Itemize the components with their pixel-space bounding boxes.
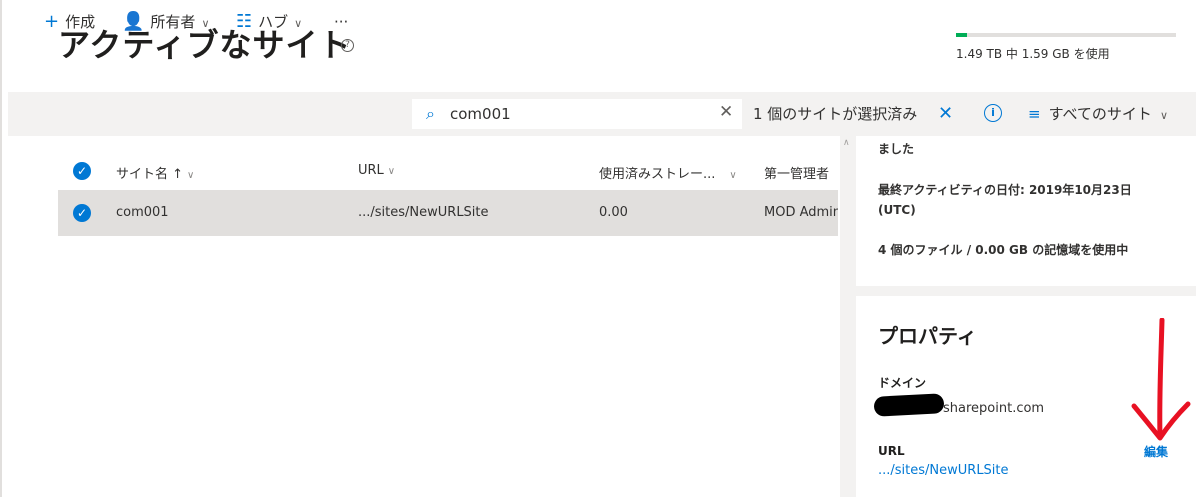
select-all-checkbox[interactable]: ✓ xyxy=(73,162,91,180)
search-icon: ⌕ xyxy=(426,104,435,123)
create-label: 作成 xyxy=(65,13,96,31)
chevron-down-icon: ∨ xyxy=(387,166,396,177)
url-label: URL xyxy=(878,444,905,458)
files-usage-text: 4 個のファイル / 0.00 GB の記憶域を使用中 xyxy=(878,243,1129,257)
storage-usage-text: 1.49 TB 中 1.59 GB を使用 xyxy=(956,47,1110,61)
hub-network-icon: ☷ xyxy=(236,11,253,32)
view-selector[interactable]: ≡ すべてのサイト ∨ xyxy=(1028,92,1168,136)
url-value-link[interactable]: .../sites/NewURLSite xyxy=(878,463,1009,478)
plus-icon: + xyxy=(44,11,60,32)
owner-label: 所有者 xyxy=(150,13,196,31)
hub-button[interactable]: ☷ ハブ ∨ xyxy=(236,0,302,44)
redaction-mark xyxy=(873,393,945,417)
domain-value: sharepoint.com xyxy=(943,401,1045,416)
column-header-site-name[interactable]: サイト名 ↑ ∨ xyxy=(116,163,194,182)
storage-progress-fill xyxy=(956,33,967,37)
annotation-arrow-icon xyxy=(1131,318,1191,441)
admin-cell: MOD Admini xyxy=(764,205,838,220)
filter-lines-icon: ≡ xyxy=(1028,105,1041,123)
clear-search-icon[interactable]: ✕ xyxy=(719,102,733,122)
view-label: すべてのサイト xyxy=(1048,105,1152,123)
storage-cell: 0.00 xyxy=(599,205,628,220)
site-name-cell[interactable]: com001 xyxy=(116,205,169,220)
left-border xyxy=(0,0,2,497)
chevron-down-icon: ∨ xyxy=(1159,109,1168,122)
chevron-down-icon: ∨ xyxy=(201,17,210,30)
info-icon[interactable]: i xyxy=(984,104,1002,122)
last-activity-timezone: (UTC) xyxy=(878,203,916,217)
row-checkbox[interactable]: ✓ xyxy=(73,204,91,222)
column-header-primary-admin[interactable]: 第一管理者 xyxy=(764,163,829,182)
selection-status-text: 1 個のサイトが選択済み xyxy=(753,105,918,123)
properties-heading: プロパティ xyxy=(878,324,977,348)
panel-divider xyxy=(856,286,1196,296)
overview-partial-text: ました xyxy=(878,142,915,156)
chevron-down-icon: ∨ xyxy=(294,17,303,30)
chevron-down-icon: ∨ xyxy=(187,170,195,181)
list-header: ✓ サイト名 ↑ ∨ URL ∨ 使用済みストレー... ∨ 第一管理者 xyxy=(58,150,838,190)
vertical-scrollbar[interactable]: ∧ xyxy=(840,136,856,497)
person-edit-icon: 👤 xyxy=(122,11,145,32)
chevron-down-icon: ∨ xyxy=(729,170,737,181)
domain-label: ドメイン xyxy=(878,376,927,390)
storage-progress-bar xyxy=(956,33,1176,37)
table-row[interactable]: ✓ com001 .../sites/NewURLSite 0.00 MOD A… xyxy=(58,190,838,236)
scroll-up-icon[interactable]: ∧ xyxy=(843,138,850,148)
url-cell: .../sites/NewURLSite xyxy=(358,205,489,220)
column-header-storage[interactable]: 使用済みストレー... ∨ xyxy=(599,163,737,182)
create-button[interactable]: + 作成 xyxy=(44,0,95,44)
arrow-shaft xyxy=(1157,318,1165,439)
hub-label: ハブ xyxy=(258,13,289,31)
more-actions-button[interactable]: ··· xyxy=(334,0,348,44)
owner-button[interactable]: 👤 所有者 ∨ xyxy=(122,0,210,44)
column-header-url[interactable]: URL ∨ xyxy=(358,163,395,178)
last-activity-date: 最終アクティビティの日付: 2019年10月23日 xyxy=(878,183,1132,197)
clear-selection-icon[interactable]: ✕ xyxy=(938,92,953,136)
search-box[interactable]: ⌕ ✕ xyxy=(412,99,742,129)
search-input[interactable] xyxy=(450,103,700,125)
